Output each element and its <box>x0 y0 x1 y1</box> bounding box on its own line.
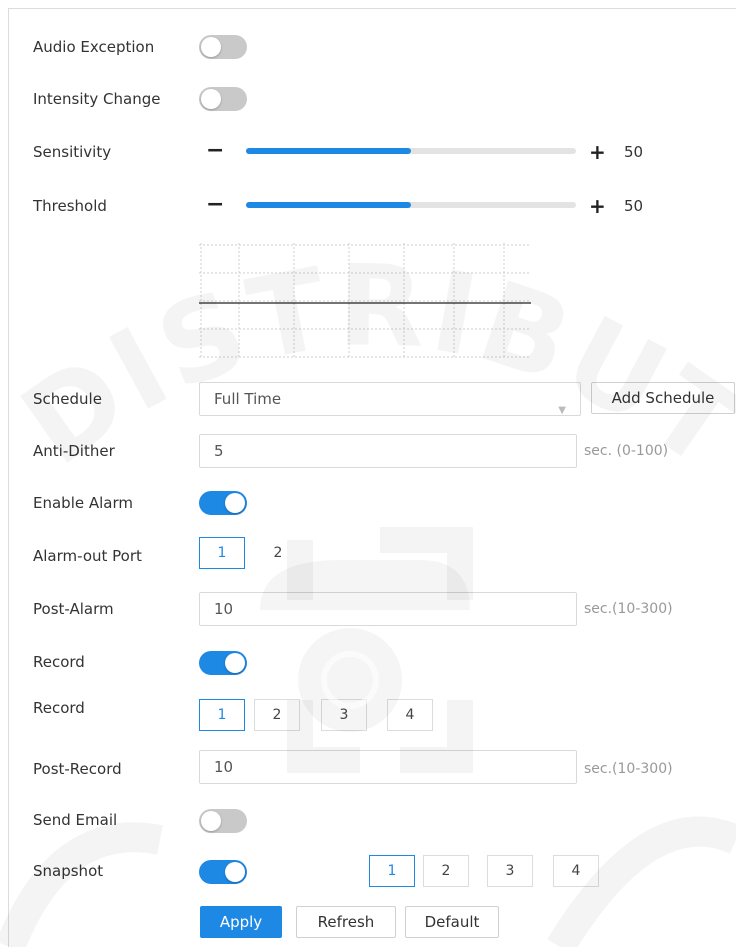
audio-exception-label: Audio Exception <box>33 38 155 56</box>
send-email-toggle[interactable] <box>199 809 247 833</box>
threshold-slider[interactable] <box>246 202 576 208</box>
chevron-down-icon: ▼ <box>558 405 566 416</box>
schedule-label: Schedule <box>33 390 102 408</box>
audio-level-graph <box>199 243 531 359</box>
threshold-slider-fill <box>246 202 411 208</box>
post-alarm-input[interactable]: 10 <box>199 592 577 626</box>
toggle-knob <box>201 811 221 831</box>
sensitivity-slider[interactable] <box>246 148 576 154</box>
sensitivity-value: 50 <box>624 143 644 161</box>
post-record-label: Post-Record <box>33 760 122 778</box>
post-alarm-hint: sec.(10-300) <box>584 601 673 617</box>
toggle-knob <box>201 37 221 57</box>
record-channels-label: Record <box>33 699 85 717</box>
snapshot-channel-3[interactable]: 3 <box>487 855 533 887</box>
record-toggle-label: Record <box>33 653 85 671</box>
threshold-decrease-button[interactable]: − <box>206 194 224 216</box>
toggle-knob <box>225 653 245 673</box>
alarm-out-port-1[interactable]: 1 <box>199 537 245 569</box>
snapshot-label: Snapshot <box>33 862 104 880</box>
settings-panel: Audio Exception Intensity Change Sensiti… <box>8 8 736 947</box>
post-record-hint: sec.(10-300) <box>584 761 673 777</box>
default-button[interactable]: Default <box>405 906 499 938</box>
record-channel-1[interactable]: 1 <box>199 699 245 731</box>
anti-dither-label: Anti-Dither <box>33 442 115 460</box>
enable-alarm-toggle[interactable] <box>199 491 247 515</box>
snapshot-channel-4[interactable]: 4 <box>553 855 599 887</box>
record-channel-4[interactable]: 4 <box>387 699 433 731</box>
enable-alarm-label: Enable Alarm <box>33 494 133 512</box>
schedule-select[interactable]: Full Time ▼ <box>199 382 581 416</box>
audio-exception-toggle[interactable] <box>199 35 247 59</box>
sensitivity-slider-fill <box>246 148 411 154</box>
anti-dither-input[interactable]: 5 <box>199 434 577 468</box>
intensity-change-label: Intensity Change <box>33 90 161 108</box>
alarm-out-port-2[interactable]: 2 <box>255 537 301 569</box>
refresh-button[interactable]: Refresh <box>296 906 396 938</box>
record-channel-3[interactable]: 3 <box>321 699 367 731</box>
apply-button[interactable]: Apply <box>200 906 282 938</box>
record-toggle[interactable] <box>199 651 247 675</box>
sensitivity-increase-button[interactable]: + <box>589 142 606 162</box>
snapshot-channel-1[interactable]: 1 <box>369 855 415 887</box>
schedule-value: Full Time <box>214 390 282 408</box>
post-record-input[interactable]: 10 <box>199 750 577 784</box>
add-schedule-button[interactable]: Add Schedule <box>591 382 735 414</box>
snapshot-toggle[interactable] <box>199 860 247 884</box>
alarm-out-port-label: Alarm-out Port <box>33 547 142 565</box>
sensitivity-decrease-button[interactable]: − <box>206 140 224 162</box>
send-email-label: Send Email <box>33 811 118 829</box>
threshold-label: Threshold <box>33 197 107 215</box>
anti-dither-hint: sec. (0-100) <box>584 443 669 459</box>
threshold-increase-button[interactable]: + <box>589 196 606 216</box>
toggle-knob <box>201 89 221 109</box>
toggle-knob <box>225 862 245 882</box>
snapshot-channel-2[interactable]: 2 <box>423 855 469 887</box>
post-alarm-label: Post-Alarm <box>33 600 114 618</box>
threshold-value: 50 <box>624 197 644 215</box>
sensitivity-label: Sensitivity <box>33 143 112 161</box>
intensity-change-toggle[interactable] <box>199 87 247 111</box>
record-channel-2[interactable]: 2 <box>254 699 300 731</box>
toggle-knob <box>225 493 245 513</box>
